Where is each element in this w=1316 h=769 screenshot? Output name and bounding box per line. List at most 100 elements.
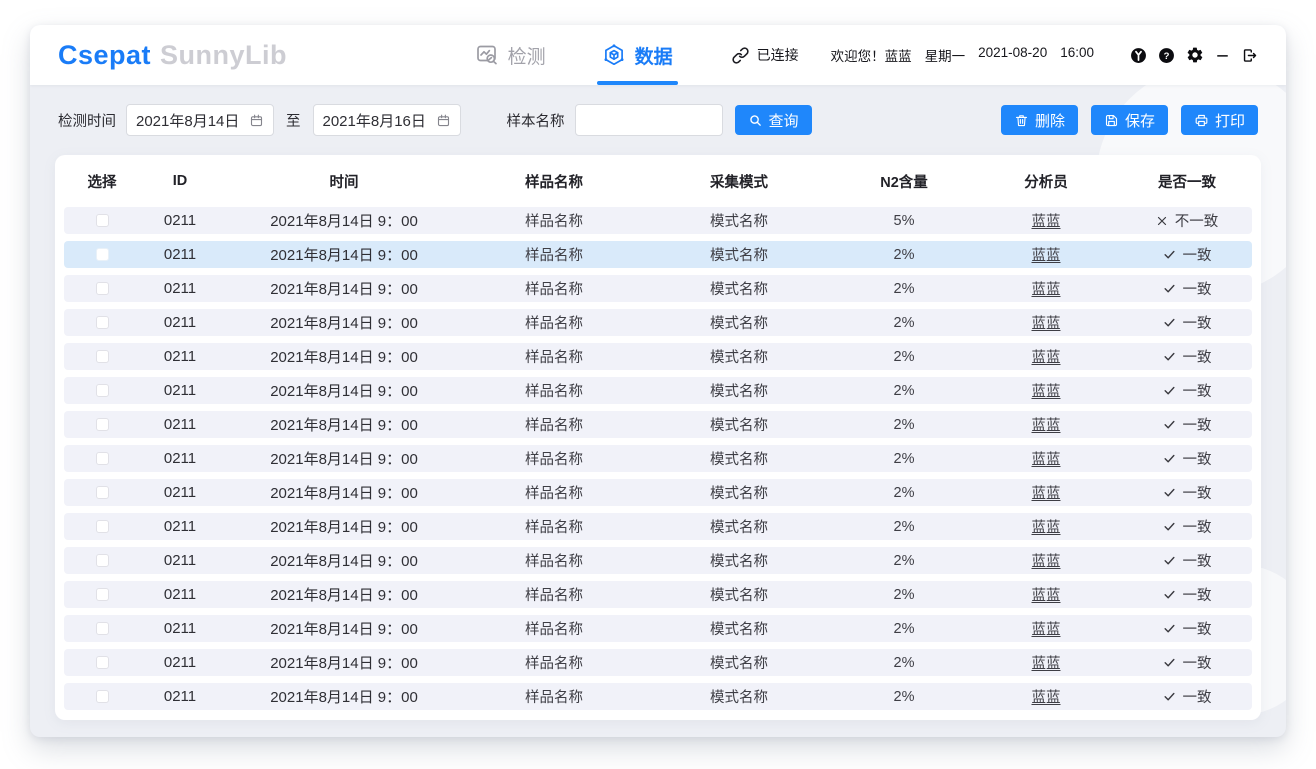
table-row[interactable]: 02112021年8月14日 9：00样品名称模式名称2%蓝蓝一致	[64, 615, 1252, 642]
select-cell	[64, 247, 140, 263]
table-row[interactable]: 02112021年8月14日 9：00样品名称模式名称2%蓝蓝一致	[64, 547, 1252, 574]
analyst-link[interactable]: 蓝蓝	[1032, 588, 1061, 604]
minimize-icon[interactable]	[1215, 48, 1230, 63]
analyst-link[interactable]: 蓝蓝	[1032, 248, 1061, 264]
calendar-icon	[436, 113, 451, 128]
row-checkbox[interactable]	[96, 486, 109, 499]
row-checkbox[interactable]	[96, 418, 109, 431]
analyst-link[interactable]: 蓝蓝	[1032, 316, 1061, 332]
save-button[interactable]: 保存	[1091, 105, 1168, 135]
analyst-link[interactable]: 蓝蓝	[1032, 520, 1061, 536]
row-checkbox[interactable]	[96, 316, 109, 329]
settings-gear-icon[interactable]	[1186, 46, 1204, 64]
table-row[interactable]: 02112021年8月14日 9：00样品名称模式名称2%蓝蓝一致	[64, 275, 1252, 302]
analyst-link[interactable]: 蓝蓝	[1032, 282, 1061, 298]
sample-name-input[interactable]	[575, 104, 723, 136]
print-button[interactable]: 打印	[1181, 105, 1258, 135]
sample-cell: 样品名称	[468, 618, 640, 639]
id-cell: 0211	[140, 518, 220, 535]
table-row[interactable]: 02112021年8月14日 9：00样品名称模式名称2%蓝蓝一致	[64, 343, 1252, 370]
table-row[interactable]: 02112021年8月14日 9：00样品名称模式名称2%蓝蓝一致	[64, 377, 1252, 404]
n2-cell: 2%	[838, 281, 970, 297]
mode-cell: 模式名称	[640, 618, 838, 639]
date-from-field[interactable]: 2021年8月14日	[126, 104, 274, 136]
select-cell	[64, 383, 140, 399]
analyst-link[interactable]: 蓝蓝	[1032, 384, 1061, 400]
row-checkbox[interactable]	[96, 656, 109, 669]
table-row[interactable]: 02112021年8月14日 9：00样品名称模式名称2%蓝蓝一致	[64, 309, 1252, 336]
table-row[interactable]: 02112021年8月14日 9：00样品名称模式名称2%蓝蓝一致	[64, 479, 1252, 506]
match-icon	[1163, 452, 1176, 465]
analyst-cell: 蓝蓝	[970, 312, 1122, 333]
mode-cell: 模式名称	[640, 516, 838, 537]
match-label: 一致	[1183, 312, 1212, 333]
select-cell	[64, 485, 140, 501]
match-label: 一致	[1183, 652, 1212, 673]
link-icon	[731, 46, 750, 65]
n2-cell: 2%	[838, 247, 970, 263]
match-label: 一致	[1183, 516, 1212, 537]
row-checkbox[interactable]	[96, 520, 109, 533]
time-cell: 2021年8月14日 9：00	[220, 584, 468, 605]
query-button-label: 查询	[769, 110, 799, 131]
analyst-link[interactable]: 蓝蓝	[1032, 452, 1061, 468]
row-checkbox[interactable]	[96, 690, 109, 703]
row-checkbox[interactable]	[96, 622, 109, 635]
match-label: 一致	[1183, 244, 1212, 265]
analyst-link[interactable]: 蓝蓝	[1032, 214, 1061, 230]
match-label: 一致	[1183, 618, 1212, 639]
analyst-link[interactable]: 蓝蓝	[1032, 350, 1061, 366]
row-checkbox[interactable]	[96, 350, 109, 363]
table-row[interactable]: 02112021年8月14日 9：00样品名称模式名称2%蓝蓝一致	[64, 649, 1252, 676]
match-cell: 一致	[1122, 652, 1252, 673]
id-cell: 0211	[140, 552, 220, 569]
id-cell: 0211	[140, 280, 220, 297]
row-checkbox[interactable]	[96, 554, 109, 567]
date-to-field[interactable]: 2021年8月16日	[313, 104, 461, 136]
sample-cell: 样品名称	[468, 448, 640, 469]
analyst-link[interactable]: 蓝蓝	[1032, 622, 1061, 638]
time-cell: 2021年8月14日 9：00	[220, 380, 468, 401]
row-checkbox[interactable]	[96, 248, 109, 261]
analyst-link[interactable]: 蓝蓝	[1032, 554, 1061, 570]
table-row[interactable]: 02112021年8月14日 9：00样品名称模式名称2%蓝蓝一致	[64, 581, 1252, 608]
analyst-link[interactable]: 蓝蓝	[1032, 690, 1061, 706]
row-checkbox[interactable]	[96, 384, 109, 397]
sample-cell: 样品名称	[468, 414, 640, 435]
row-checkbox[interactable]	[96, 452, 109, 465]
logout-icon[interactable]	[1241, 47, 1258, 64]
column-header-select: 选择	[64, 171, 140, 192]
table-row[interactable]: 02112021年8月14日 9：00样品名称模式名称5%蓝蓝不一致	[64, 207, 1252, 234]
match-cell: 一致	[1122, 686, 1252, 707]
query-button[interactable]: 查询	[735, 105, 812, 135]
analyst-link[interactable]: 蓝蓝	[1032, 656, 1061, 672]
sample-cell: 样品名称	[468, 482, 640, 503]
select-cell	[64, 451, 140, 467]
tool-icon[interactable]	[1130, 47, 1147, 64]
table-row[interactable]: 02112021年8月14日 9：00样品名称模式名称2%蓝蓝一致	[64, 683, 1252, 710]
row-checkbox[interactable]	[96, 214, 109, 227]
time-cell: 2021年8月14日 9：00	[220, 482, 468, 503]
sample-cell: 样品名称	[468, 312, 640, 333]
table-header-row: 选择 ID 时间 样品名称 采集模式 N2含量 分析员 是否一致	[64, 155, 1252, 207]
match-icon	[1163, 248, 1176, 261]
tab-data[interactable]: 数据	[602, 25, 673, 85]
table-row[interactable]: 02112021年8月14日 9：00样品名称模式名称2%蓝蓝一致	[64, 241, 1252, 268]
analyst-link[interactable]: 蓝蓝	[1032, 418, 1061, 434]
app-header: Csepat SunnyLib 检测	[30, 25, 1286, 85]
tab-detection[interactable]: 检测	[475, 25, 546, 85]
row-checkbox[interactable]	[96, 588, 109, 601]
print-button-label: 打印	[1215, 110, 1245, 131]
brand-logo: Csepat SunnyLib	[58, 40, 287, 71]
help-icon[interactable]: ?	[1158, 47, 1175, 64]
row-checkbox[interactable]	[96, 282, 109, 295]
analyst-cell: 蓝蓝	[970, 210, 1122, 231]
analyst-cell: 蓝蓝	[970, 346, 1122, 367]
table-row[interactable]: 02112021年8月14日 9：00样品名称模式名称2%蓝蓝一致	[64, 445, 1252, 472]
table-row[interactable]: 02112021年8月14日 9：00样品名称模式名称2%蓝蓝一致	[64, 411, 1252, 438]
n2-cell: 2%	[838, 417, 970, 433]
select-cell	[64, 281, 140, 297]
table-row[interactable]: 02112021年8月14日 9：00样品名称模式名称2%蓝蓝一致	[64, 513, 1252, 540]
delete-button[interactable]: 删除	[1001, 105, 1078, 135]
analyst-link[interactable]: 蓝蓝	[1032, 486, 1061, 502]
